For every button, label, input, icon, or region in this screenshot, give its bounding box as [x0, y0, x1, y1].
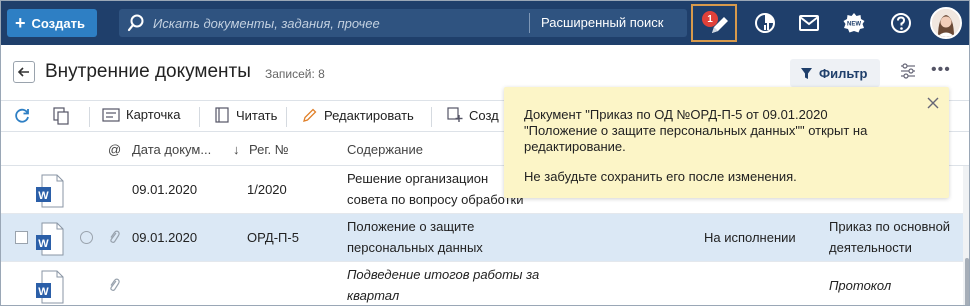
refresh-icon — [15, 108, 29, 123]
word-document-icon: W — [36, 222, 64, 256]
toolbar-separator — [431, 107, 432, 127]
toolbar-separator — [89, 107, 90, 127]
card-label: Карточка — [126, 107, 181, 122]
sort-desc-icon[interactable]: ↓ — [233, 142, 240, 157]
sliders-icon[interactable] — [900, 63, 916, 79]
create-linked-button[interactable]: Созд — [447, 107, 499, 123]
svg-text:W: W — [38, 286, 49, 298]
filter-button[interactable]: Фильтр — [790, 59, 880, 87]
column-header-reg-number[interactable]: Рег. № — [249, 142, 289, 157]
search-bar[interactable]: Искать документы, задания, прочее Расшир… — [119, 9, 687, 37]
notification-hint: Не забудьте сохранить его после изменени… — [524, 169, 797, 184]
cell-content-line-2: совета по вопросу обработки — [347, 192, 524, 207]
avatar-image — [932, 9, 960, 37]
filter-label: Фильтр — [819, 65, 868, 81]
cell-content-line-1: Положение о защите — [347, 219, 475, 234]
pencil-icon — [712, 17, 728, 33]
arrow-left-icon — [17, 67, 29, 77]
cell-reg-number: 1/2020 — [247, 182, 287, 197]
notification-message: Документ "Приказ по ОД №ОРД-П-5 от 09.01… — [524, 107, 868, 154]
row-read-marker[interactable] — [80, 231, 93, 244]
word-document-icon: W — [36, 270, 64, 304]
search-icon — [127, 14, 144, 32]
top-bar: + Создать Искать документы, задания, про… — [1, 1, 969, 45]
more-icon[interactable]: ••• — [931, 61, 951, 79]
svg-text:W: W — [38, 190, 49, 202]
cell-content-line-1: Решение организацион — [347, 171, 489, 186]
search-divider — [529, 13, 530, 33]
cell-status: На исполнении — [704, 230, 796, 245]
toolbar-separator — [286, 107, 287, 127]
editing-documents-button[interactable]: 1 — [691, 4, 737, 42]
app-window: + Создать Искать документы, задания, про… — [0, 0, 970, 306]
table-row[interactable]: W Подведение итогов работы за квартал Пр… — [1, 262, 963, 305]
refresh-button[interactable] — [13, 107, 31, 125]
paperclip-icon — [110, 230, 120, 243]
cell-type-line-1: Протокол — [829, 278, 892, 293]
edit-label: Редактировать — [324, 107, 414, 123]
page-title: Внутренние документы — [45, 61, 251, 82]
table-row[interactable]: W 09.01.2020 ОРД-П-5 Положение о защите … — [1, 214, 963, 262]
help-icon[interactable] — [890, 12, 912, 34]
edit-notification: Документ "Приказ по ОД №ОРД-П-5 от 09.01… — [504, 87, 949, 198]
read-label: Читать — [236, 107, 278, 123]
pencil-icon — [303, 108, 317, 122]
user-avatar[interactable] — [930, 7, 962, 39]
funnel-icon — [801, 67, 812, 79]
create-button-label: Создать — [31, 15, 85, 31]
search-input[interactable]: Искать документы, задания, прочее — [153, 16, 380, 31]
read-button[interactable]: Читать — [214, 107, 277, 123]
cell-content-line-2: персональных данных — [347, 240, 483, 255]
card-icon — [102, 107, 120, 122]
row-checkbox[interactable] — [15, 231, 28, 244]
add-document-icon — [447, 107, 463, 122]
cell-content-line-2: квартал — [347, 288, 400, 303]
create-linked-label: Созд — [469, 107, 499, 123]
vertical-scrollbar[interactable] — [963, 166, 969, 305]
cell-type-line-1: Приказ по основной — [829, 219, 951, 234]
word-document-icon: W — [36, 174, 64, 208]
close-icon[interactable] — [925, 95, 941, 111]
back-button[interactable] — [13, 61, 35, 83]
copy-button[interactable] — [53, 107, 69, 125]
reports-icon[interactable] — [754, 12, 776, 34]
column-header-attachments[interactable]: @ — [108, 142, 121, 157]
paperclip-icon — [110, 278, 120, 291]
book-icon — [215, 107, 229, 123]
record-count: Записей: 8 — [265, 67, 325, 81]
edit-button[interactable]: Редактировать — [302, 107, 414, 123]
cell-reg-number: ОРД-П-5 — [247, 230, 299, 245]
new-badge-text: NEW — [847, 22, 861, 28]
column-header-date[interactable]: Дата докум... — [132, 142, 211, 157]
svg-text:W: W — [38, 238, 49, 250]
cell-content-line-1: Подведение итогов работы за — [347, 267, 540, 282]
copy-icon — [53, 107, 69, 125]
cell-type-line-2: деятельности — [829, 240, 912, 255]
advanced-search-button[interactable]: Расширенный поиск — [541, 15, 663, 30]
toolbar-separator — [199, 107, 200, 127]
scrollbar-thumb[interactable] — [965, 258, 969, 305]
column-header-content[interactable]: Содержание — [347, 142, 423, 157]
cell-date: 09.01.2020 — [132, 230, 198, 245]
mail-icon[interactable] — [798, 12, 820, 34]
create-button[interactable]: + Создать — [7, 9, 97, 37]
cell-date: 09.01.2020 — [132, 182, 198, 197]
plus-icon: + — [15, 13, 26, 33]
new-features-icon[interactable]: NEW — [842, 12, 866, 34]
card-button[interactable]: Карточка — [102, 107, 180, 122]
